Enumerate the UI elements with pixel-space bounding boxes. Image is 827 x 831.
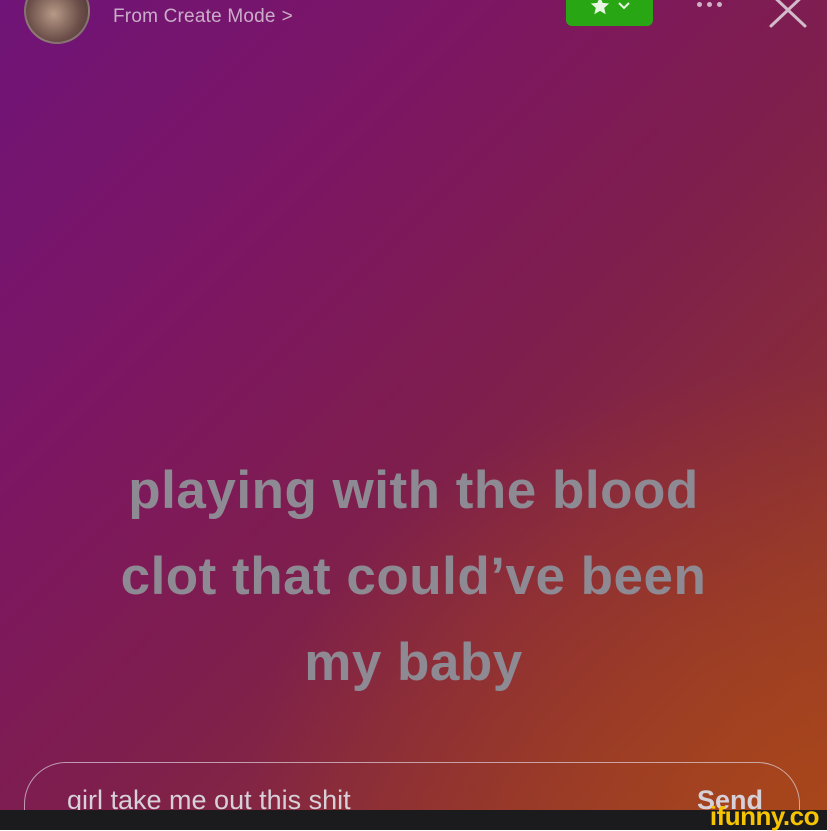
chevron-down-icon [617,2,630,10]
story-view: From Create Mode > playing with the blood… [0,0,827,810]
close-icon[interactable] [764,0,812,28]
star-icon [590,0,609,15]
watermark-strip [0,810,827,830]
watermark-logo: ifunny.co [709,801,820,831]
create-mode-label: From Create Mode [113,6,276,27]
caption-line: clot that could’ve been [120,547,707,606]
sticker-badge[interactable] [566,0,653,26]
create-mode-link[interactable]: From Create Mode > [113,6,293,28]
caption-line: playing with the blood [128,461,699,520]
avatar[interactable] [24,0,90,44]
caption-line: my baby [304,633,523,692]
reply-input-text[interactable]: girl take me out this shit [67,785,351,810]
more-dots-icon[interactable] [690,0,728,14]
story-caption: playing with the blood clot that could’v… [40,448,787,706]
chevron-right-icon: > [281,6,293,27]
